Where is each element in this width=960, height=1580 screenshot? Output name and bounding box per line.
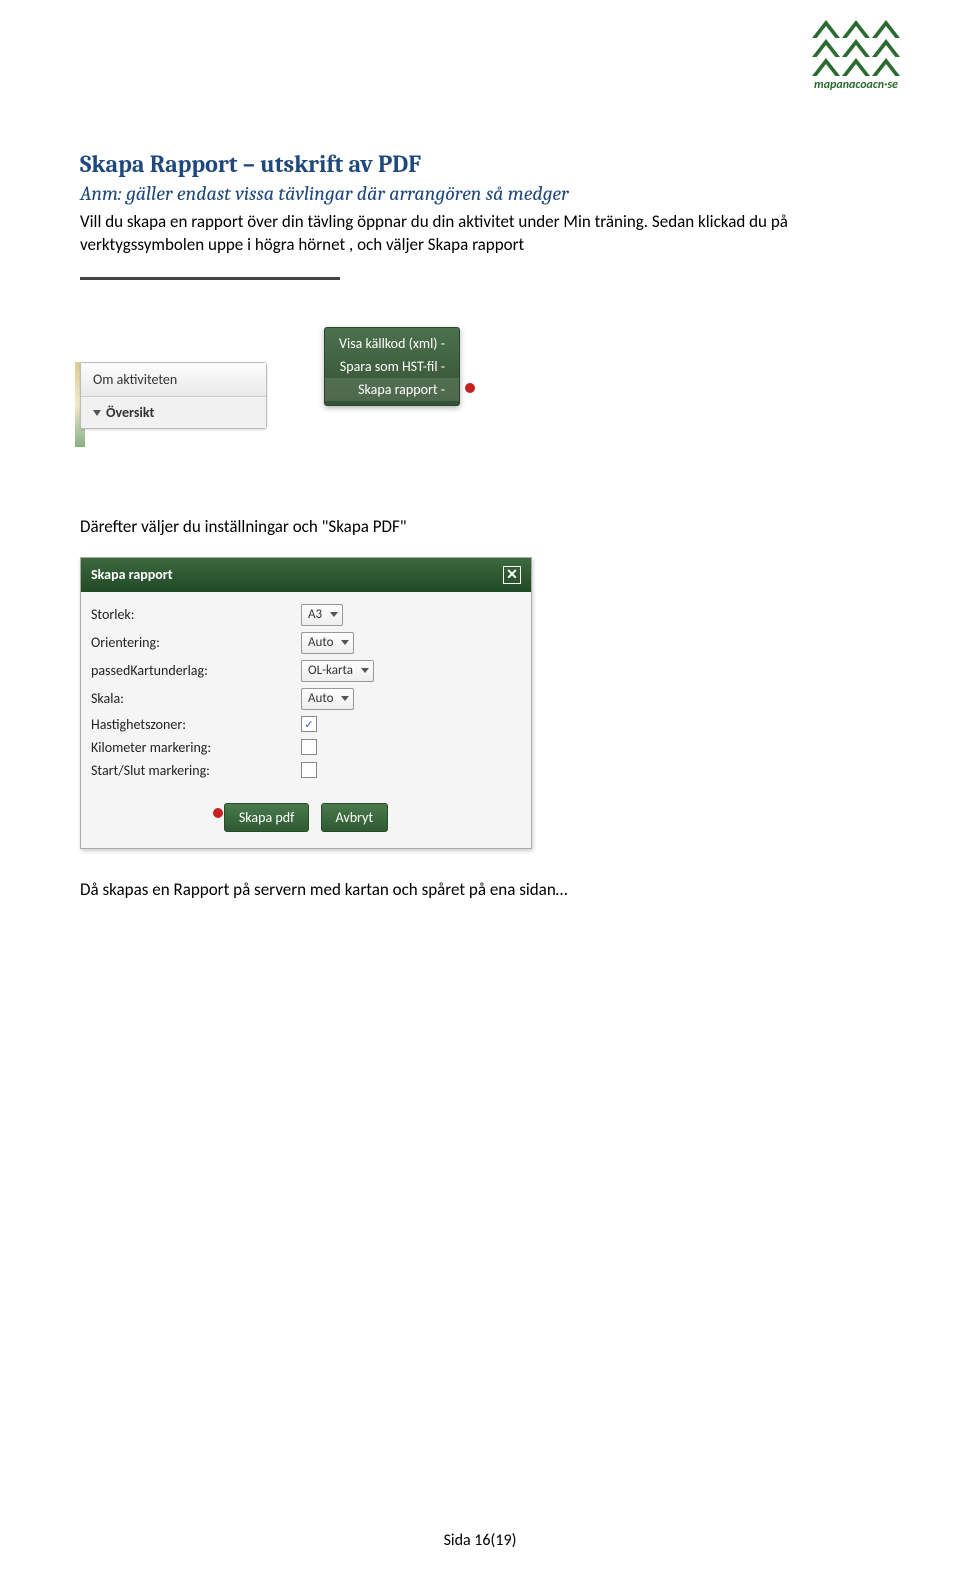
menu-item-xml[interactable]: Visa källkod (xml) - [325,332,459,355]
note-prefix: Anm: [80,182,122,205]
label-speedzones: Hastighetszoner: [91,716,301,733]
cancel-button[interactable]: Avbryt [321,803,389,832]
chevron-down-icon [93,410,101,416]
menu-item-hst[interactable]: Spara som HST-fil - [325,355,459,378]
label-size: Storlek: [91,606,301,623]
select-size[interactable]: A3 [301,604,343,626]
tab-overview-label: Översikt [106,404,154,421]
chevron-down-icon [341,640,349,645]
final-paragraph: Då skapas en Rapport på servern med kart… [80,879,880,902]
checkbox-speedzones[interactable]: ✓ [301,716,317,732]
checkbox-startend-marking[interactable] [301,762,317,778]
note-line: Anm: gäller endast vissa tävlingar där a… [80,182,880,205]
note-text: gäller endast vissa tävlingar där arrang… [122,182,569,205]
tools-dropdown: Visa källkod (xml) - Spara som HST-fil -… [324,327,460,406]
page-title: Skapa Rapport – utskrift av PDF [80,150,880,178]
tab-about-activity[interactable]: Om aktiviteten [81,363,266,397]
chevron-down-icon [341,696,349,701]
dialog-title: Skapa rapport [91,566,173,583]
screenshot-create-report-dialog: Skapa rapport ✕ Storlek: A3 Orientering:… [80,557,532,849]
screenshot-tools-menu: Visa källkod (xml) - Spara som HST-fil -… [80,277,460,346]
activity-panel: Om aktiviteten Översikt [80,362,267,429]
logo-icon [812,20,900,76]
page-number: Sida 16(19) [0,1531,960,1550]
select-mapbg[interactable]: OL-karta [301,660,374,682]
label-scale: Skala: [91,690,301,707]
label-km-marking: Kilometer markering: [91,739,301,756]
checkbox-km-marking[interactable] [301,739,317,755]
highlight-dot-icon [465,383,475,393]
label-startend-marking: Start/Slut markering: [91,762,301,779]
label-orientation: Orientering: [91,634,301,651]
select-scale[interactable]: Auto [301,688,354,710]
create-pdf-button[interactable]: Skapa pdf [224,803,309,832]
select-orientation[interactable]: Auto [301,632,354,654]
chevron-down-icon [361,668,369,673]
tab-overview[interactable]: Översikt [81,397,266,428]
intro-paragraph: Vill du skapa en rapport över din tävlin… [80,211,880,257]
menu-item-create-report[interactable]: Skapa rapport - [325,378,459,401]
menu-item-label: Skapa rapport - [358,381,445,398]
chevron-down-icon [330,612,338,617]
mid-paragraph: Därefter väljer du inställningar och "Sk… [80,516,880,539]
label-mapbg: passedKartunderlag: [91,662,301,679]
dialog-header: Skapa rapport ✕ [81,558,531,592]
close-icon[interactable]: ✕ [503,566,521,584]
highlight-dot-icon [213,808,223,818]
logo: mapandcoach·se [812,20,900,92]
